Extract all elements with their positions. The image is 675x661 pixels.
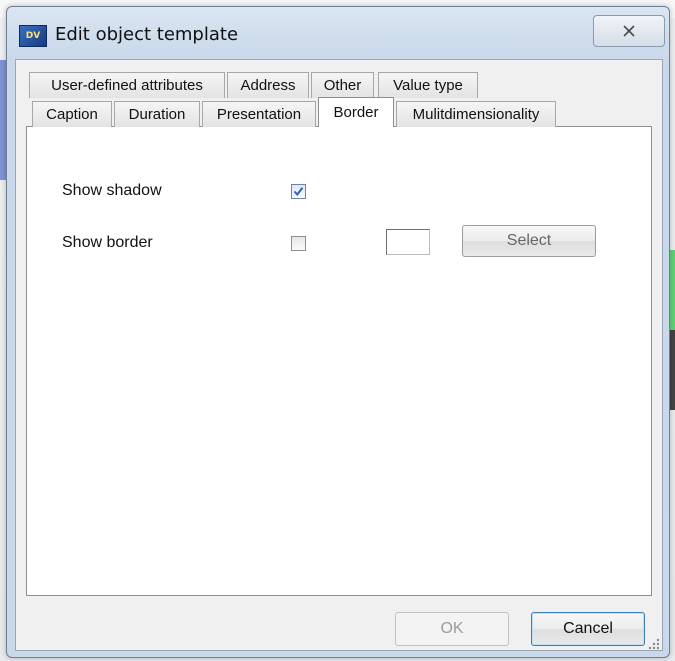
border-tab-page: Show shadow Show border Select	[26, 126, 652, 596]
cancel-button[interactable]: Cancel	[531, 612, 645, 646]
show-border-label: Show border	[62, 234, 153, 251]
ok-button[interactable]: OK	[395, 612, 509, 646]
tab-presentation[interactable]: Presentation	[202, 101, 316, 127]
tab-duration[interactable]: Duration	[114, 101, 200, 127]
tab-label: Address	[240, 77, 296, 94]
tab-border[interactable]: Border	[318, 97, 394, 127]
tab-label: Mulitdimensionality	[412, 106, 540, 123]
close-icon	[623, 25, 635, 37]
tab-other[interactable]: Other	[311, 72, 374, 98]
close-button[interactable]	[593, 15, 665, 47]
checkmark-icon	[293, 187, 304, 197]
tab-label: Caption	[46, 106, 98, 123]
tab-caption[interactable]: Caption	[32, 101, 112, 127]
tab-multidimensionality[interactable]: Mulitdimensionality	[396, 101, 556, 127]
tab-label: Value type	[393, 77, 463, 94]
select-color-button[interactable]: Select	[462, 225, 596, 257]
tab-label: Duration	[128, 106, 186, 123]
dialog-client-area: User-defined attributes Address Other Va…	[15, 59, 663, 651]
edit-object-template-dialog: DV Edit object template User-defined att…	[6, 6, 670, 658]
tab-label: User-defined attributes	[51, 77, 203, 94]
tab-label: Presentation	[216, 106, 302, 123]
show-shadow-label: Show shadow	[62, 182, 162, 199]
app-logo-icon: DV	[19, 25, 47, 47]
tab-label: Border	[333, 104, 379, 121]
dialog-title: Edit object template	[55, 24, 239, 45]
tab-address[interactable]: Address	[227, 72, 309, 98]
tab-value-type[interactable]: Value type	[378, 72, 478, 98]
title-bar[interactable]: DV Edit object template	[7, 7, 669, 59]
tab-user-defined-attributes[interactable]: User-defined attributes	[29, 72, 225, 98]
show-shadow-checkbox[interactable]	[291, 184, 306, 199]
resize-grip-icon[interactable]	[647, 637, 661, 651]
border-color-swatch[interactable]	[386, 229, 430, 255]
show-border-checkbox[interactable]	[291, 236, 306, 251]
tab-label: Other	[323, 77, 362, 94]
